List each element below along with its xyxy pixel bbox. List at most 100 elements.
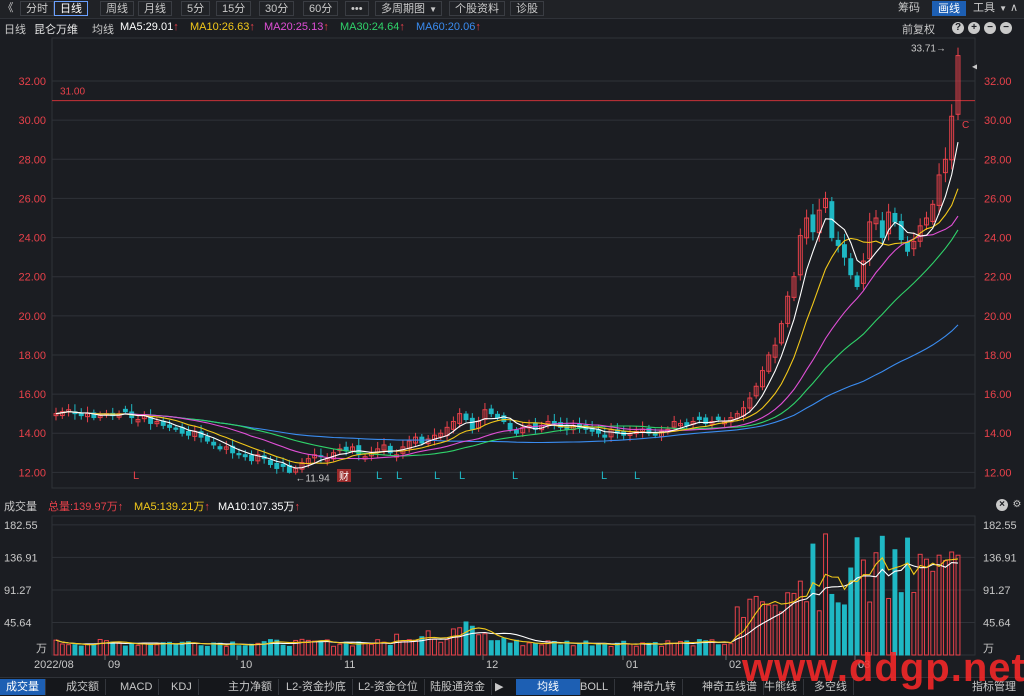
x-axis-label: 2022/08 <box>34 659 74 671</box>
volume-tick-left: 45.64 <box>4 617 32 629</box>
cursor-triangle-icon: ◂ <box>972 61 977 72</box>
volume-bar <box>526 642 532 656</box>
event-marker-l: L <box>601 470 607 482</box>
candle-body <box>268 459 273 466</box>
x-axis-label: 02 <box>729 659 741 671</box>
volume-bar <box>299 638 305 656</box>
x-axis-label: 09 <box>108 659 120 671</box>
volume-tick-right: 182.55 <box>983 520 1017 532</box>
tab-kdj[interactable]: KDJ <box>165 679 199 695</box>
tab-boll[interactable]: BOLL <box>574 679 616 695</box>
volume-bar <box>810 543 816 656</box>
tab-turnover[interactable]: 成交额 <box>60 679 106 695</box>
volume-ma5-text: MA5:139.21万 <box>134 501 205 513</box>
volume-bar <box>85 643 90 656</box>
volume-header: 成交量 总量:139.97万↑ MA5:139.21万↑ MA10:107.35… <box>0 496 1024 514</box>
event-marker-l: L <box>434 470 440 482</box>
candle-body <box>835 239 841 246</box>
price-tick-right: 20.00 <box>984 311 1012 323</box>
volume-ma10-text: MA10:107.35万 <box>218 501 295 513</box>
watermark: www.ddgp.net <box>742 646 1024 690</box>
volume-bar <box>312 640 318 656</box>
candlestick-chart[interactable]: 32.00 32.00 30.00 30.00 28.00 28.00 26.00 26.00… <box>0 0 1024 677</box>
event-marker-l: L <box>512 470 518 482</box>
tab-macd[interactable]: MACD <box>114 679 160 695</box>
close-icon[interactable]: × <box>996 499 1008 511</box>
candle-body <box>715 416 721 421</box>
volume-bar <box>91 643 97 656</box>
volume-bar <box>905 537 910 656</box>
volume-bar <box>286 645 292 656</box>
price-tick-right: 24.00 <box>984 233 1012 245</box>
tab-main-net[interactable]: 主力净额 <box>222 679 279 695</box>
settings-icon[interactable]: ⚙ <box>1011 499 1023 511</box>
volume-bar <box>558 644 564 656</box>
volume-ma5-line <box>55 556 959 646</box>
volume-bar <box>715 644 721 656</box>
volume-bar <box>167 641 172 656</box>
volume-unit-left: 万 <box>36 643 47 655</box>
volume-tick-right: 136.91 <box>983 552 1017 564</box>
price-tick-right: 22.00 <box>984 272 1012 284</box>
volume-bar <box>425 630 431 656</box>
candle-body <box>892 212 898 223</box>
volume-bar <box>368 643 374 656</box>
price-tick-left: 20.00 <box>18 311 46 323</box>
volume-bar <box>211 642 217 656</box>
volume-bar <box>514 639 519 656</box>
volume-bar <box>280 644 286 656</box>
candle-body <box>249 454 254 462</box>
volume-bar <box>930 570 936 656</box>
price-tick-right: 28.00 <box>984 154 1012 166</box>
volume-bar <box>419 636 425 656</box>
tab-magic-nine[interactable]: 神奇九转 <box>626 679 683 695</box>
chevron-right-icon[interactable]: ▶ <box>492 679 506 695</box>
candle-body <box>173 427 179 430</box>
arrow-up-icon: ↑ <box>117 501 124 513</box>
candle-body <box>122 408 128 413</box>
volume-bar <box>350 645 355 656</box>
candle-body <box>842 244 847 258</box>
finance-marker: 财 <box>339 470 349 483</box>
candle-body <box>551 420 557 424</box>
volume-bar <box>148 643 154 656</box>
volume-bar <box>879 535 885 656</box>
volume-bar <box>520 645 526 656</box>
low-price-label: ←11.94 <box>295 474 330 485</box>
x-axis-label: 12 <box>486 659 498 671</box>
volume-bar <box>173 644 179 656</box>
volume-bar <box>97 638 103 656</box>
tab-hk-connect[interactable]: 陆股通资金 <box>424 679 492 695</box>
candle-body <box>898 220 904 241</box>
volume-bar <box>432 638 437 656</box>
volume-bar <box>204 645 210 656</box>
tab-ma[interactable]: 均线 <box>516 679 581 695</box>
volume-bar <box>892 549 898 656</box>
c-marker: C <box>962 120 969 131</box>
volume-bar <box>659 645 664 656</box>
price-tick-right: 14.00 <box>984 428 1012 440</box>
candle-body <box>514 429 519 434</box>
candle-body <box>242 454 248 458</box>
volume-bar <box>66 644 72 656</box>
volume-bar <box>873 552 879 656</box>
candle-body <box>854 275 860 287</box>
volume-bar <box>331 645 336 656</box>
volume-bar <box>387 644 393 656</box>
volume-bar <box>539 644 545 656</box>
volume-bar <box>608 645 614 656</box>
candle-body <box>186 430 191 436</box>
tab-l2-bottom[interactable]: L2-资金抄底 <box>280 679 353 695</box>
volume-bar <box>596 643 601 656</box>
volume-bar <box>823 533 828 656</box>
candle-body <box>848 258 854 276</box>
volume-bar <box>476 634 482 656</box>
volume-bar <box>53 639 59 656</box>
tab-volume[interactable]: 成交量 <box>0 679 46 695</box>
candle-body <box>211 441 217 446</box>
volume-bar <box>135 644 141 656</box>
volume-bar <box>343 641 349 656</box>
volume-bar <box>249 643 254 656</box>
tab-l2-position[interactable]: L2-资金仓位 <box>352 679 425 695</box>
price-tick-left: 18.00 <box>18 350 46 362</box>
